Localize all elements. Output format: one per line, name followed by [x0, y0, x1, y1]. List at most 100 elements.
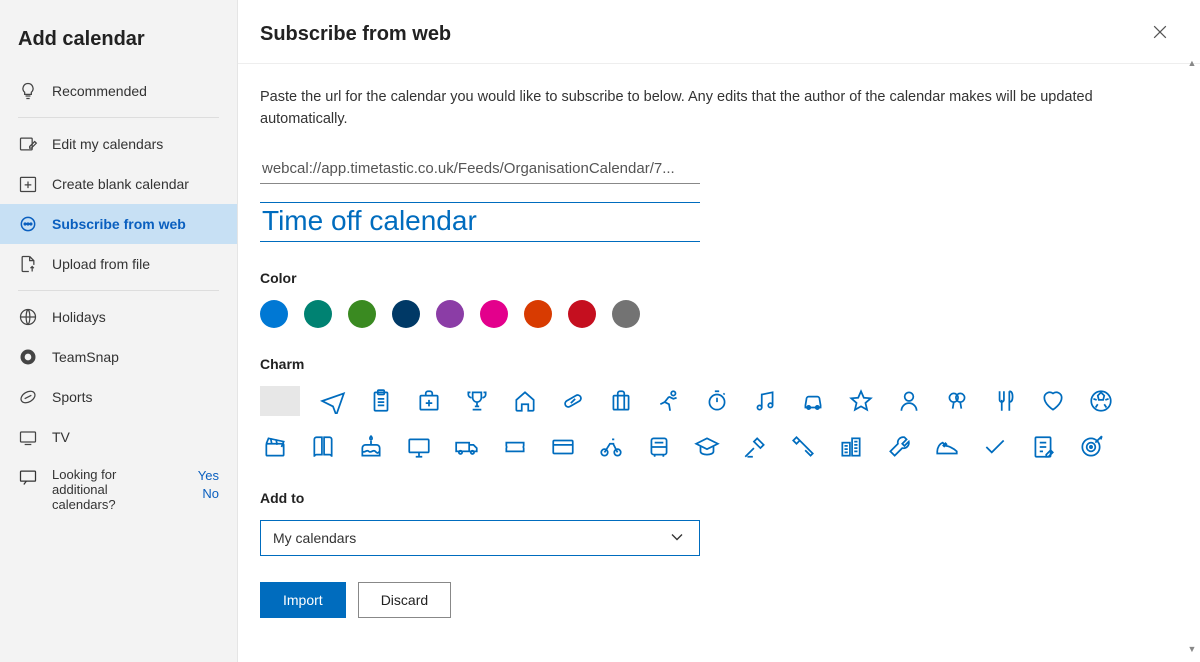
charm-gavel-icon[interactable] [740, 432, 770, 462]
charm-running-icon[interactable] [654, 386, 684, 416]
feedback-icon [18, 467, 38, 512]
charm-balloons-icon[interactable] [942, 386, 972, 416]
charm-clipboard-icon[interactable] [366, 386, 396, 416]
charm-music-icon[interactable] [750, 386, 780, 416]
color-swatch-2[interactable] [348, 300, 376, 328]
charm-person-icon[interactable] [894, 386, 924, 416]
sidebar-item-create-blank-calendar[interactable]: Create blank calendar [0, 164, 237, 204]
charm-clapperboard-icon[interactable] [260, 432, 290, 462]
addto-value: My calendars [273, 530, 356, 546]
charm-ticket-icon[interactable] [500, 432, 530, 462]
scrollbar[interactable]: ▲ ▼ [1185, 58, 1199, 660]
charm-cake-icon[interactable] [356, 432, 386, 462]
description: Paste the url for the calendar you would… [260, 86, 1160, 130]
color-swatch-8[interactable] [612, 300, 640, 328]
scroll-down-icon[interactable]: ▼ [1188, 644, 1197, 660]
color-swatch-0[interactable] [260, 300, 288, 328]
charm-monitor-icon[interactable] [404, 432, 434, 462]
sidebar-item-subscribe-from-web[interactable]: Subscribe from web [0, 204, 237, 244]
charm-checkmark-icon[interactable] [980, 432, 1010, 462]
sidebar-item-teamsnap[interactable]: TeamSnap [0, 337, 237, 377]
main-header: Subscribe from web [238, 0, 1200, 64]
sidebar-item-sports[interactable]: Sports [0, 377, 237, 417]
charm-star-icon[interactable] [846, 386, 876, 416]
sidebar-item-upload-from-file[interactable]: Upload from file [0, 244, 237, 284]
charm-fork-knife-icon[interactable] [990, 386, 1020, 416]
teamsnap-icon [18, 347, 38, 367]
charm-bicycle-icon[interactable] [596, 432, 626, 462]
lightbulb-icon [18, 81, 38, 101]
edit-calendar-icon [18, 134, 38, 154]
calendar-name-input[interactable] [260, 202, 700, 242]
main-panel: Subscribe from web Paste the url for the… [238, 0, 1200, 662]
sidebar-item-label: Subscribe from web [52, 216, 186, 232]
charm-heart-icon[interactable] [1038, 386, 1068, 416]
sidebar-item-tv[interactable]: TV [0, 417, 237, 457]
charm-buildings-icon[interactable] [836, 432, 866, 462]
divider [18, 117, 219, 118]
charm-wrench-icon[interactable] [884, 432, 914, 462]
charm-credit-card-icon[interactable] [548, 432, 578, 462]
color-swatch-5[interactable] [480, 300, 508, 328]
sidebar-item-label: Upload from file [52, 256, 150, 272]
color-swatch-1[interactable] [304, 300, 332, 328]
football-icon [18, 387, 38, 407]
tv-icon [18, 427, 38, 447]
charm-stopwatch-icon[interactable] [702, 386, 732, 416]
charm-suitcase-icon[interactable] [606, 386, 636, 416]
sidebar-item-label: Edit my calendars [52, 136, 163, 152]
sidebar-item-label: TV [52, 429, 70, 445]
discard-button[interactable]: Discard [358, 582, 451, 618]
color-row [260, 300, 1172, 328]
charm-house-icon[interactable] [510, 386, 540, 416]
sidebar: Add calendar Recommended Edit my calenda… [0, 0, 238, 662]
chevron-down-icon [667, 527, 687, 550]
addto-dropdown[interactable]: My calendars [260, 520, 700, 556]
charm-none[interactable] [260, 386, 300, 416]
charm-bus-icon[interactable] [644, 432, 674, 462]
charm-briefcase-medical-icon[interactable] [414, 386, 444, 416]
sidebar-item-label: TeamSnap [52, 349, 119, 365]
page-title: Subscribe from web [260, 23, 451, 46]
charm-book-icon[interactable] [308, 432, 338, 462]
feedback-prompt: Looking for additional calendars? Yes No [0, 457, 237, 522]
feedback-no-link[interactable]: No [202, 485, 219, 503]
charm-soccer-icon[interactable] [1086, 386, 1116, 416]
sidebar-item-label: Recommended [52, 83, 147, 99]
color-swatch-7[interactable] [568, 300, 596, 328]
scroll-up-icon[interactable]: ▲ [1188, 58, 1197, 74]
charm-pill-icon[interactable] [558, 386, 588, 416]
plus-box-icon [18, 174, 38, 194]
charm-grid [260, 386, 1172, 462]
color-label: Color [260, 270, 1172, 286]
sidebar-item-label: Holidays [52, 309, 106, 325]
file-upload-icon [18, 254, 38, 274]
color-swatch-4[interactable] [436, 300, 464, 328]
feedback-label: Looking for additional calendars? [52, 467, 172, 512]
charm-note-edit-icon[interactable] [1028, 432, 1058, 462]
sidebar-item-label: Create blank calendar [52, 176, 189, 192]
divider [18, 290, 219, 291]
charm-target-icon[interactable] [1076, 432, 1106, 462]
sidebar-item-holidays[interactable]: Holidays [0, 297, 237, 337]
charm-trophy-icon[interactable] [462, 386, 492, 416]
charm-shoe-icon[interactable] [932, 432, 962, 462]
charm-truck-icon[interactable] [452, 432, 482, 462]
charm-tools-icon[interactable] [788, 432, 818, 462]
close-button[interactable] [1150, 22, 1170, 47]
charm-graduation-icon[interactable] [692, 432, 722, 462]
sidebar-title: Add calendar [0, 24, 237, 71]
addto-label: Add to [260, 490, 1172, 506]
url-input[interactable] [260, 156, 700, 184]
color-swatch-6[interactable] [524, 300, 552, 328]
feedback-yes-link[interactable]: Yes [198, 467, 219, 485]
charm-label: Charm [260, 356, 1172, 372]
globe-icon [18, 307, 38, 327]
sidebar-item-recommended[interactable]: Recommended [0, 71, 237, 111]
import-button[interactable]: Import [260, 582, 346, 618]
color-swatch-3[interactable] [392, 300, 420, 328]
charm-airplane-icon[interactable] [318, 386, 348, 416]
sidebar-item-edit-my-calendars[interactable]: Edit my calendars [0, 124, 237, 164]
content: Paste the url for the calendar you would… [238, 64, 1200, 662]
charm-car-icon[interactable] [798, 386, 828, 416]
